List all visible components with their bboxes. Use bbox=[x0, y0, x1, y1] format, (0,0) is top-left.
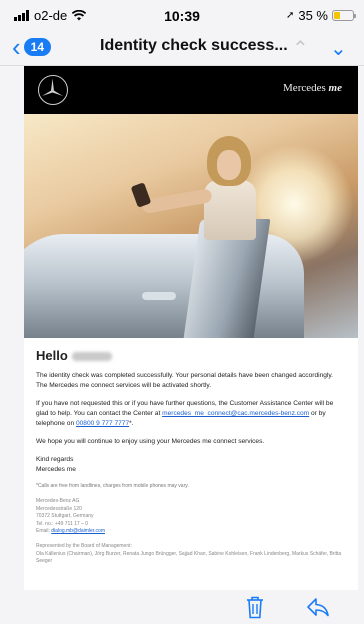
call-footnote: *Calls are free from landlines, charges … bbox=[36, 483, 189, 489]
paragraph-contact: If you have not requested this or if you… bbox=[36, 400, 334, 427]
unread-count-badge: 14 bbox=[23, 38, 52, 56]
greeting: Hello bbox=[36, 348, 346, 363]
brand-logo: Mercedes me bbox=[283, 82, 342, 94]
company-address: Mercedes-Benz AG Mercedesstraße 120 7037… bbox=[36, 498, 105, 535]
location-icon: ➚ bbox=[285, 10, 295, 21]
mercedes-star-logo-icon bbox=[38, 75, 68, 105]
support-phone-link[interactable]: 00800 9 777 7777 bbox=[76, 420, 129, 427]
hero-image bbox=[24, 114, 358, 338]
email-body: Mercedes me Hello The identity check was… bbox=[24, 66, 358, 590]
paragraph-confirmation: The identity check was completed success… bbox=[36, 372, 334, 389]
company-email-link[interactable]: dialog.mb@daimler.com bbox=[51, 528, 105, 534]
redacted-name bbox=[71, 352, 112, 362]
bottom-toolbar bbox=[0, 590, 364, 624]
paragraph-closing: We hope you will continue to enjoy using… bbox=[36, 438, 265, 445]
status-bar: o2-de 10:39 ➚ 35 % bbox=[0, 0, 364, 30]
next-message-button[interactable]: ⌄ bbox=[330, 36, 347, 61]
board-info: Represented by the Board of Management: … bbox=[36, 543, 342, 565]
battery-icon bbox=[332, 10, 356, 21]
reply-icon[interactable] bbox=[306, 596, 330, 618]
chevron-left-icon: ‹ bbox=[12, 32, 21, 62]
message-subject: Identity check success... bbox=[100, 37, 288, 54]
back-button[interactable]: ‹ 14 bbox=[12, 32, 52, 62]
support-email-link[interactable]: mercedes_me_connect@cac.mercedes-benz.co… bbox=[162, 410, 309, 417]
battery-percent: 35 % bbox=[298, 8, 328, 23]
signoff: Kind regards Mercedes me bbox=[36, 456, 76, 473]
message-navbar: ‹ 14 Identity check success... ⌃ ⌄ bbox=[0, 30, 364, 66]
email-header-banner: Mercedes me bbox=[24, 66, 358, 114]
trash-icon[interactable] bbox=[244, 594, 266, 620]
previous-message-button[interactable]: ⌃ bbox=[292, 36, 309, 61]
